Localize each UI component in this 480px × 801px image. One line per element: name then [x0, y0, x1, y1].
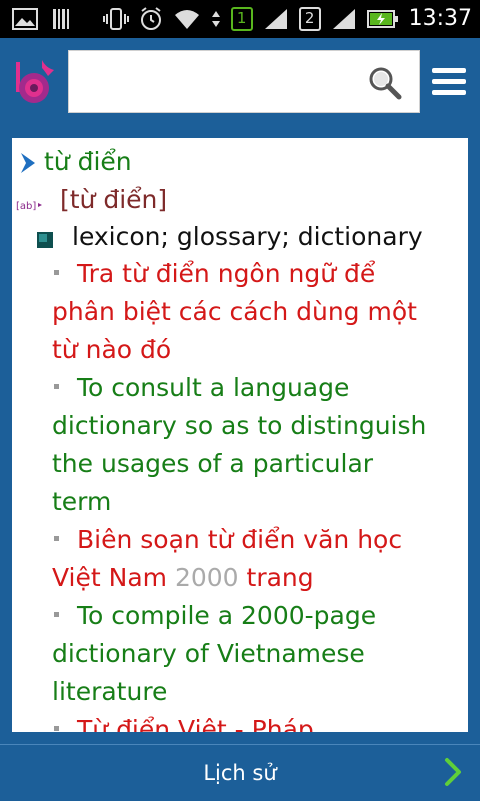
example-bullet	[54, 612, 59, 617]
svg-text:[ab]: [ab]	[16, 201, 36, 212]
example-en-2-line3: literature	[52, 677, 168, 706]
example-vi-2-line1: Biên soạn từ điển văn học	[77, 525, 403, 554]
image-icon	[12, 8, 38, 30]
alarm-icon	[140, 6, 161, 30]
example-vi-2-text-a: Việt Nam	[52, 563, 175, 592]
status-bar: 1 2 13:37	[0, 0, 480, 38]
meaning: lexicon; glossary; dictionary	[72, 222, 423, 251]
example-en-1-line2: dictionary so as to distinguish	[52, 411, 427, 440]
example-vi-1-line1: Tra từ điển ngôn ngữ để	[77, 259, 376, 288]
example-vi-2-number: 2000	[174, 563, 239, 592]
sim2-number: 2	[304, 8, 315, 27]
sim2-icon: 2	[298, 6, 321, 31]
bottom-bar: Lịch sử	[0, 744, 480, 801]
example-en-2-line1: To compile a 2000-page	[77, 601, 377, 630]
search-box[interactable]	[68, 50, 420, 113]
meaning-bullet-icon	[37, 232, 53, 248]
example-vi-3: Từ điển Việt - Pháp	[52, 711, 314, 732]
example-bullet	[54, 384, 59, 389]
barcode-icon	[53, 9, 69, 29]
example-bullet	[54, 270, 59, 275]
chevron-right-icon[interactable]	[444, 757, 462, 787]
app-logo-icon[interactable]	[12, 58, 58, 108]
history-button[interactable]: Lịch sử	[0, 745, 480, 801]
search-icon[interactable]	[367, 65, 403, 101]
headword: từ điển	[44, 147, 132, 176]
example-vi-1: Tra từ điển ngôn ngữ để	[52, 255, 375, 293]
sim1-icon: 1	[230, 6, 253, 31]
vibrate-icon	[102, 7, 129, 30]
wifi-icon	[174, 9, 199, 29]
part-of-speech: [từ điển]	[60, 185, 168, 214]
menu-icon[interactable]	[432, 67, 466, 97]
signal-icon-2	[332, 8, 355, 29]
example-vi-3-line1: Từ điển Việt - Pháp	[77, 715, 314, 732]
example-bullet	[54, 536, 59, 541]
sim1-number: 1	[236, 8, 247, 27]
example-vi-1-line2: phân biệt các cách dùng một	[52, 297, 417, 326]
definition-panel[interactable]: từ điển [ab] [từ điển] lexicon; glossary…	[12, 138, 468, 732]
example-en-2-line2: dictionary of Vietnamese	[52, 639, 365, 668]
example-en-2: To compile a 2000-page	[52, 597, 376, 635]
word-type-icon: [ab]	[16, 201, 42, 212]
signal-icon-1	[264, 8, 287, 29]
example-en-1: To consult a language	[52, 369, 349, 407]
example-en-1-line1: To consult a language	[77, 373, 350, 402]
example-vi-2: Biên soạn từ điển văn học	[52, 521, 402, 559]
search-input[interactable]	[75, 59, 359, 107]
battery-charging-icon	[366, 9, 398, 28]
example-bullet	[54, 726, 59, 731]
app-bar	[0, 38, 480, 126]
example-vi-2-text-b: trang	[238, 563, 314, 592]
data-arrows-icon	[211, 10, 220, 27]
example-vi-1-line3: từ nào đó	[52, 335, 172, 364]
example-vi-2-line2: Việt Nam 2000 trang	[52, 559, 314, 597]
example-en-1-line3: the usages of a particular	[52, 449, 374, 478]
example-en-1-line4: term	[52, 487, 112, 516]
clock: 13:37	[408, 6, 472, 31]
headword-chevron-icon	[21, 153, 35, 173]
